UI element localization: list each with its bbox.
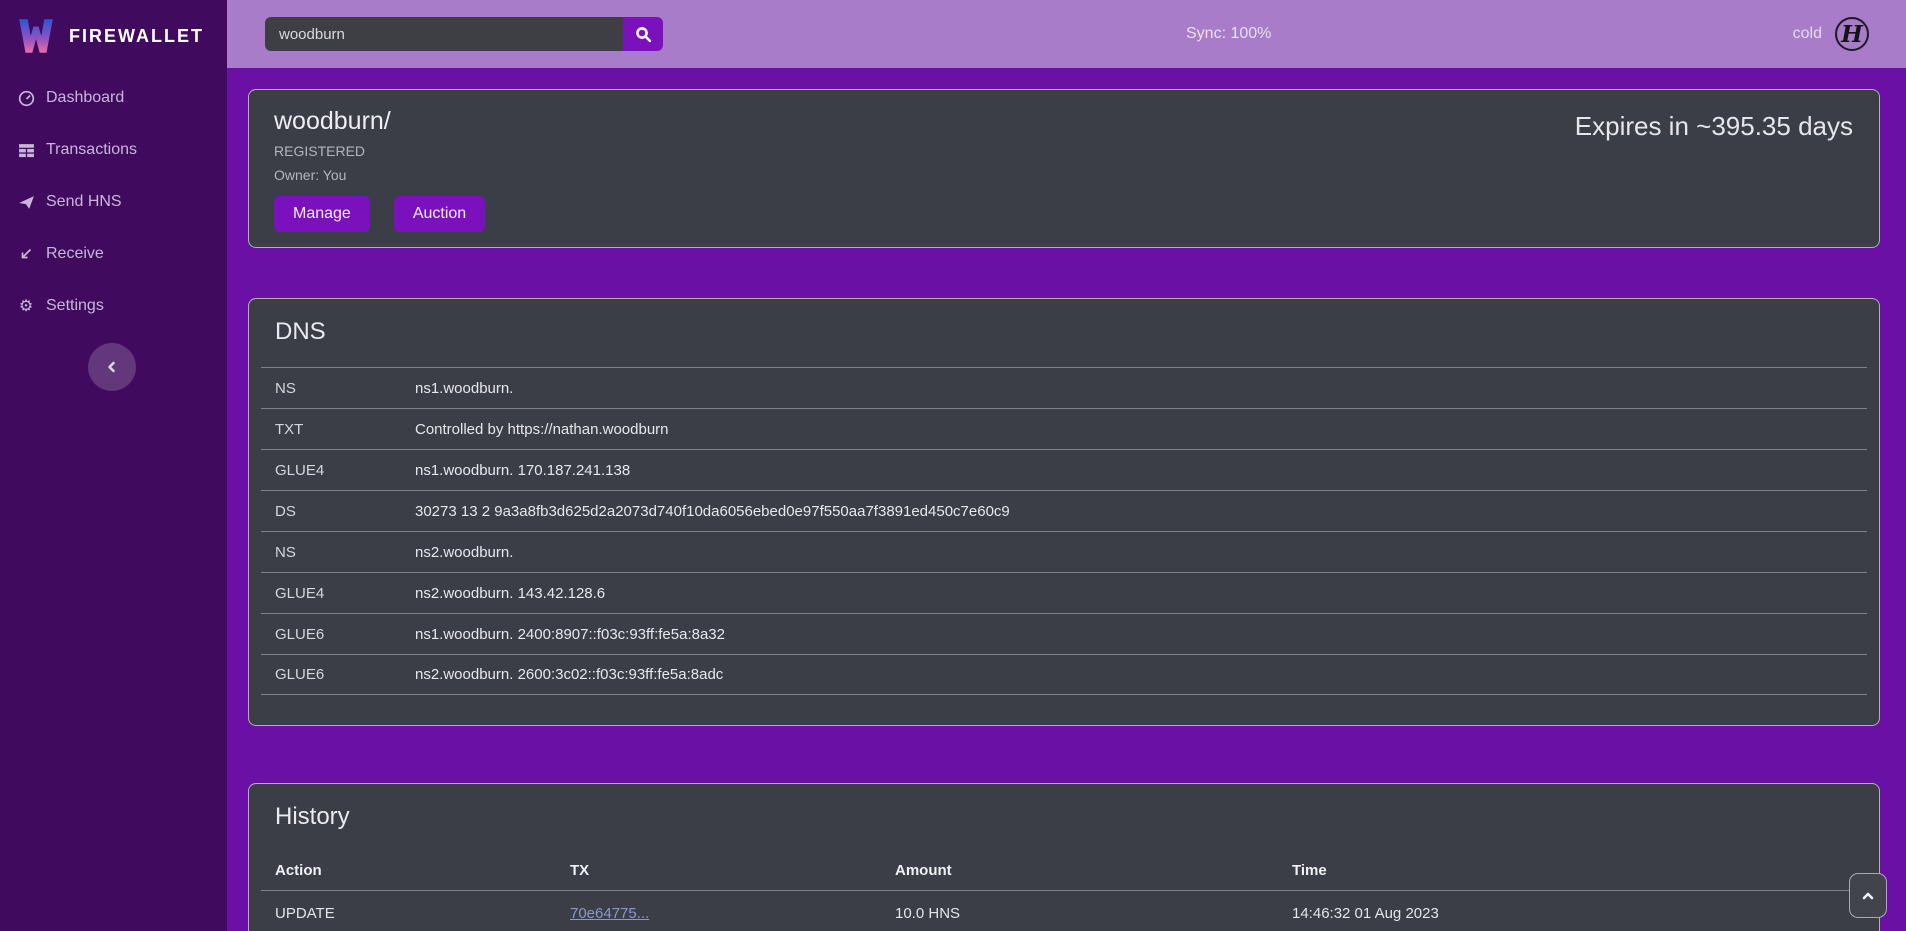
dns-card-title: DNS [249,315,1879,349]
handshake-logo-icon[interactable]: H [1835,17,1869,51]
manage-button[interactable]: Manage [274,196,370,232]
sidebar: FIREWALLET Dashboard Tran [0,0,227,931]
sidebar-item-label: Transactions [46,141,137,159]
main-content: woodburn/ REGISTERED Owner: You Manage A… [227,68,1906,931]
sidebar-item-label: Dashboard [46,89,124,107]
dns-record-type: DS [261,503,415,520]
history-col-action: Action [261,862,570,879]
send-plane-icon [17,193,35,211]
sidebar-nav: Dashboard Transactions Send HNS [0,72,227,332]
auction-button[interactable]: Auction [394,196,485,232]
sync-status: Sync: 100% [1186,0,1271,68]
dns-record-row: GLUE4 ns2.woodburn. 143.42.128.6 [261,572,1867,613]
wallet-name-label: cold [1793,0,1822,68]
search-group [265,17,663,51]
search-button[interactable] [623,17,663,51]
dns-record-type: NS [261,380,415,397]
sidebar-item-send-hns[interactable]: Send HNS [0,176,227,228]
sidebar-item-dashboard[interactable]: Dashboard [0,72,227,124]
dns-record-row: GLUE6 ns1.woodburn. 2400:8907::f03c:93ff… [261,613,1867,654]
dns-table: NS ns1.woodburn. TXT Controlled by https… [261,367,1867,695]
expires-label: Expires in ~395.35 days [1575,111,1853,142]
tx-link[interactable]: 70e64775... [570,905,649,922]
magnifier-icon [635,26,652,43]
dns-record-value: ns1.woodburn. 170.187.241.138 [415,462,1867,479]
dns-record-value: Controlled by https://nathan.woodburn [415,421,1867,438]
dns-record-type: GLUE6 [261,626,415,643]
sidebar-item-receive[interactable]: Receive [0,228,227,280]
sidebar-item-label: Send HNS [46,193,122,211]
sidebar-item-label: Settings [46,297,104,315]
dns-record-value: ns2.woodburn. [415,544,1867,561]
dns-record-type: GLUE6 [261,666,415,683]
history-col-tx: TX [570,862,895,879]
dns-record-row: DS 30273 13 2 9a3a8fb3d625d2a2073d740f10… [261,490,1867,531]
history-card: History Action TX Amount Time UPDATE 70e… [248,783,1880,931]
domain-owner: Owner: You [274,167,1854,183]
topbar: Sync: 100% cold H [227,0,1906,68]
table-icon [17,141,35,159]
firewallet-logo-icon [15,15,57,57]
domain-actions: Manage Auction [274,196,1854,232]
dns-record-type: GLUE4 [261,462,415,479]
search-input[interactable] [265,17,623,51]
sidebar-item-transactions[interactable]: Transactions [0,124,227,176]
history-table: Action TX Amount Time UPDATE 70e64775...… [261,850,1867,931]
dns-record-value: ns1.woodburn. [415,380,1867,397]
history-card-title: History [249,800,1879,834]
history-header-row: Action TX Amount Time [261,850,1867,890]
sidebar-collapse-button[interactable] [88,343,136,391]
dns-record-value: 30273 13 2 9a3a8fb3d625d2a2073d740f10da6… [415,503,1867,520]
domain-card: woodburn/ REGISTERED Owner: You Manage A… [248,89,1880,248]
dns-record-row: GLUE4 ns1.woodburn. 170.187.241.138 [261,449,1867,490]
scroll-top-button[interactable] [1849,873,1887,918]
history-time: 14:46:32 01 Aug 2023 [1292,905,1867,922]
dns-record-value: ns1.woodburn. 2400:8907::f03c:93ff:fe5a:… [415,626,1867,643]
dashboard-gauge-icon [17,89,35,107]
dns-record-row: TXT Controlled by https://nathan.woodbur… [261,408,1867,449]
dns-record-type: TXT [261,421,415,438]
dns-record-type: GLUE4 [261,585,415,602]
dns-record-value: ns2.woodburn. 2600:3c02::f03c:93ff:fe5a:… [415,666,1867,683]
brand[interactable]: FIREWALLET [0,0,227,72]
dns-record-value: ns2.woodburn. 143.42.128.6 [415,585,1867,602]
domain-status: REGISTERED [274,143,1854,159]
dns-record-row: NS ns1.woodburn. [261,367,1867,408]
gear-icon: ⚙ [17,297,35,315]
dns-record-row: GLUE6 ns2.woodburn. 2600:3c02::f03c:93ff… [261,654,1867,695]
chevron-up-icon [1860,888,1876,904]
sidebar-item-label: Receive [46,245,104,263]
history-col-time: Time [1292,862,1867,879]
history-amount: 10.0 HNS [895,905,1292,922]
history-action: UPDATE [261,905,570,922]
chevron-left-icon [104,359,120,375]
sidebar-item-settings[interactable]: ⚙ Settings [0,280,227,332]
history-tx: 70e64775... [570,905,895,922]
brand-name: FIREWALLET [69,26,204,47]
history-row: UPDATE 70e64775... 10.0 HNS 14:46:32 01 … [261,890,1867,931]
dns-card: DNS NS ns1.woodburn. TXT Controlled by h… [248,298,1880,726]
arrow-down-left-icon [17,245,35,263]
dns-record-type: NS [261,544,415,561]
history-col-amount: Amount [895,862,1292,879]
dns-record-row: NS ns2.woodburn. [261,531,1867,572]
